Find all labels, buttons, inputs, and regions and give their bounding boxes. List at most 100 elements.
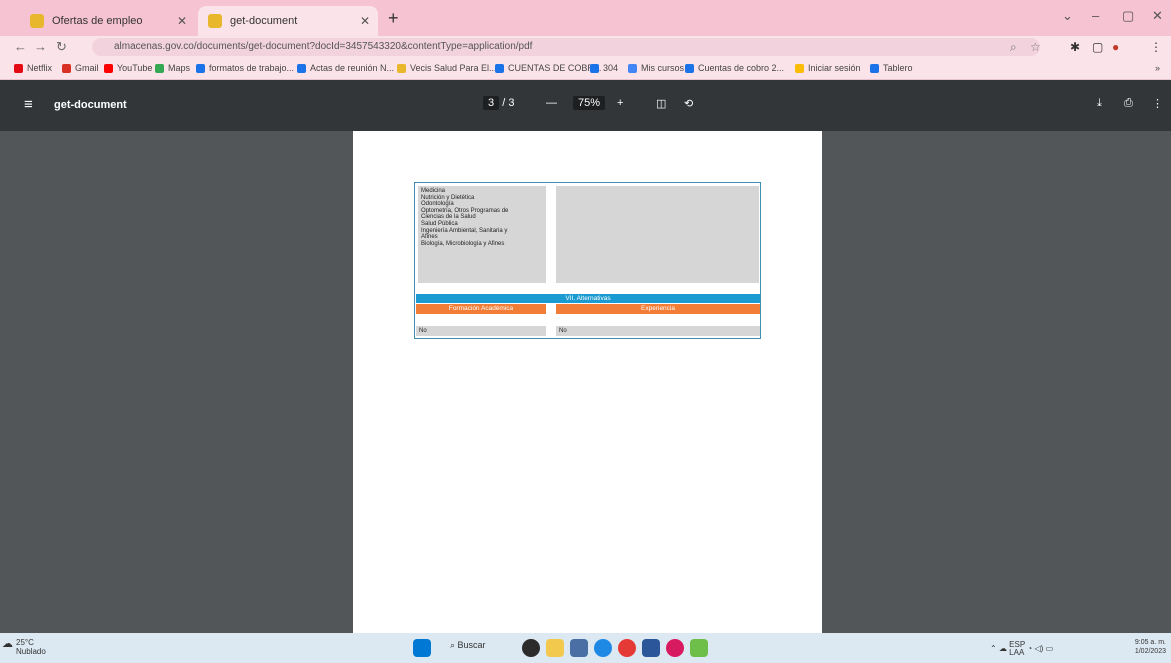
- tab-label: Ofertas de empleo: [52, 15, 143, 27]
- bookmark-item[interactable]: CUENTAS DE COBR...: [495, 63, 601, 73]
- store-icon[interactable]: [570, 639, 588, 657]
- taskbar: ☁ 25°C Nublado ⌕ Buscar ⌃ ☁ ESP LAA ◔ ◁)…: [0, 633, 1171, 663]
- zoom-icon[interactable]: ⌕: [1010, 40, 1017, 55]
- print-icon[interactable]: ⎙: [1124, 97, 1133, 110]
- cloud-icon: ☁: [2, 638, 13, 650]
- bookmark-item[interactable]: Actas de reunión N...: [297, 63, 394, 73]
- browser-toolbar: ← → ↻ almacenas.gov.co/documents/get-doc…: [0, 36, 1171, 58]
- formacion-header: Formación Académica: [416, 304, 546, 314]
- chevron-up-icon[interactable]: ⌃: [990, 644, 997, 653]
- reload-icon[interactable]: ↻: [56, 39, 67, 55]
- address-bar[interactable]: almacenas.gov.co/documents/get-document?…: [92, 38, 1040, 56]
- alternatives-header: VII. Alternativas: [416, 294, 760, 303]
- drive-icon: [495, 63, 504, 73]
- task-view-icon[interactable]: [522, 639, 540, 657]
- more-options-icon[interactable]: ⋮: [1152, 97, 1163, 110]
- zoom-level-input[interactable]: 75%: [573, 96, 606, 110]
- bookmark-item[interactable]: Iniciar sesión: [795, 63, 861, 73]
- tab-ofertas-de-empleo[interactable]: Ofertas de empleo ✕: [20, 6, 195, 36]
- tab-get-document[interactable]: get-document ✕: [198, 6, 378, 36]
- bookmark-item[interactable]: 304: [590, 63, 618, 73]
- folder-icon: [30, 14, 44, 28]
- weather-condition: Nublado: [16, 647, 46, 656]
- forward-icon[interactable]: →: [34, 39, 47, 54]
- menu-icon[interactable]: ⋮: [1150, 40, 1162, 54]
- close-icon[interactable]: ✕: [177, 14, 187, 28]
- bookmark-item[interactable]: Gmail: [62, 63, 99, 73]
- onedrive-icon[interactable]: ☁: [999, 644, 1007, 653]
- programs-cell: Medicina Nutrición y Dietética Odontolog…: [418, 186, 546, 283]
- gmail-icon: [62, 63, 71, 73]
- login-icon: [795, 63, 804, 73]
- extension-icon[interactable]: ✱: [1070, 40, 1080, 54]
- program-line: Biología, Microbiología y Afines: [421, 240, 505, 247]
- url-text: almacenas.gov.co/documents/get-document?…: [114, 41, 533, 52]
- search-icon: ⌕: [450, 640, 458, 650]
- drive-icon: [685, 63, 694, 73]
- folder-icon: [397, 63, 406, 73]
- clock[interactable]: 9:05 a. m. 1/02/2023: [1130, 638, 1166, 656]
- start-icon[interactable]: [413, 639, 431, 657]
- drive-icon: [590, 63, 599, 73]
- weather-widget[interactable]: ☁ 25°C Nublado: [2, 638, 46, 656]
- drive-icon: [196, 63, 205, 73]
- sidepanel-icon[interactable]: ▢: [1092, 40, 1103, 54]
- tablero-icon: [870, 63, 879, 73]
- maximize-button[interactable]: ▢: [1122, 8, 1134, 24]
- program-line: Odontología: [421, 201, 454, 208]
- weather-temp: 25°C: [16, 638, 34, 647]
- tab-strip: Ofertas de empleo ✕ get-document ✕ + ⌄ –…: [0, 0, 1171, 36]
- bookmarks-overflow-icon[interactable]: »: [1155, 63, 1160, 73]
- program-line: Nutrición y Dietética: [421, 194, 475, 201]
- close-icon[interactable]: ✕: [360, 14, 370, 28]
- system-tray: ⌃ ☁ ESP LAA ◔ ◁) ▭: [990, 641, 1053, 657]
- hamburger-menu-icon[interactable]: ≡: [24, 96, 33, 113]
- fit-page-icon[interactable]: ◫: [656, 97, 666, 110]
- youtube-icon: [104, 63, 113, 73]
- bookmark-item[interactable]: Tablero: [870, 63, 913, 73]
- empty-cell: [556, 186, 759, 283]
- search-box[interactable]: ⌕ Buscar: [450, 640, 508, 656]
- chevron-down-icon[interactable]: ⌄: [1062, 8, 1073, 24]
- program-line: Medicina: [421, 188, 446, 194]
- pdf-viewer[interactable]: Medicina Nutrición y Dietética Odontolog…: [0, 131, 1171, 633]
- chrome-icon[interactable]: [618, 639, 636, 657]
- close-window-button[interactable]: ✕: [1152, 8, 1163, 24]
- bookmark-item[interactable]: YouTube: [104, 63, 152, 73]
- bookmark-item[interactable]: Cuentas de cobro 2...: [685, 63, 784, 73]
- download-icon[interactable]: ⤓: [1097, 97, 1102, 110]
- program-line: Optometría, Otros Programas de: [421, 207, 509, 214]
- formacion-value: No: [416, 326, 546, 336]
- page-current-input[interactable]: 3: [483, 96, 500, 110]
- battery-icon[interactable]: ▭: [1046, 644, 1054, 653]
- drive-icon: [297, 63, 306, 73]
- bookmark-item[interactable]: Netflix: [14, 63, 52, 73]
- date: 1/02/2023: [1134, 648, 1166, 655]
- language-indicator[interactable]: ESP LAA: [1009, 641, 1025, 657]
- wifi-icon[interactable]: ◔: [1027, 644, 1032, 653]
- volume-icon[interactable]: ◁): [1035, 644, 1044, 653]
- edge-icon[interactable]: [594, 639, 612, 657]
- new-tab-button[interactable]: +: [388, 8, 399, 29]
- bookmark-item[interactable]: Maps: [155, 63, 190, 73]
- bookmark-item[interactable]: Mis cursos: [628, 63, 684, 73]
- app-icon[interactable]: [690, 639, 708, 657]
- bookmarks-bar: Netflix Gmail YouTube Maps formatos de t…: [0, 58, 1171, 80]
- chrome-profile-icon[interactable]: [666, 639, 684, 657]
- zoom-in-button[interactable]: +: [617, 97, 623, 109]
- page-indicator[interactable]: 3 / 3: [483, 96, 514, 110]
- word-icon[interactable]: [642, 639, 660, 657]
- pdf-toolbar: ≡ get-document 3 / 3 — 75% + ◫ ⟲ ⤓ ⎙ ⋮: [0, 80, 1171, 131]
- back-icon[interactable]: ←: [14, 39, 27, 54]
- bookmark-item[interactable]: Vecis Salud Para El...: [397, 63, 497, 73]
- star-icon[interactable]: ☆: [1030, 40, 1041, 54]
- program-line: Ingeniería Ambiental, Sanitaria y: [421, 227, 508, 234]
- profile-icon[interactable]: ●: [1112, 40, 1119, 54]
- minimize-button[interactable]: –: [1092, 8, 1099, 23]
- rotate-icon[interactable]: ⟲: [684, 97, 693, 110]
- bookmark-item[interactable]: formatos de trabajo...: [196, 63, 294, 73]
- zoom-out-button[interactable]: —: [546, 97, 557, 109]
- file-explorer-icon[interactable]: [546, 639, 564, 657]
- document-title: get-document: [54, 99, 127, 111]
- experiencia-header: Experiencia: [556, 304, 760, 314]
